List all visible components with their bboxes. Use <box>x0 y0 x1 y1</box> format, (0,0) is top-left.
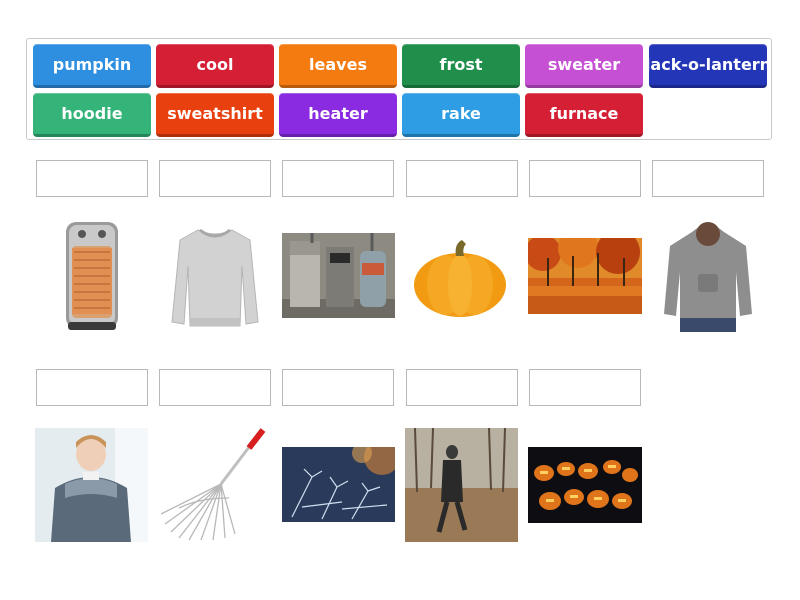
jack-o-lanterns-image <box>528 447 642 523</box>
drop-slot-6[interactable] <box>652 160 764 197</box>
drop-slot-7[interactable] <box>36 369 148 406</box>
word-tile-leaves[interactable]: leaves <box>279 44 397 88</box>
word-tile-heater[interactable]: heater <box>279 93 397 137</box>
word-tile-cool[interactable]: cool <box>156 44 274 88</box>
word-tile-sweatshirt[interactable]: sweatshirt <box>156 93 274 137</box>
drop-slot-5[interactable] <box>529 160 641 197</box>
frost-crystals-image <box>282 447 395 522</box>
orange-pumpkin-image <box>410 238 510 318</box>
word-tile-jack-o-lantern[interactable]: jack-o-lantern <box>645 44 771 88</box>
space-heater-image <box>60 218 124 333</box>
drop-slot-1[interactable] <box>36 160 148 197</box>
gray-sweatshirt-image <box>170 222 260 330</box>
drop-slot-10[interactable] <box>406 369 518 406</box>
drop-slot-2[interactable] <box>159 160 271 197</box>
leaf-rake-image <box>159 428 272 542</box>
boy-in-sweater-image <box>35 428 148 542</box>
word-tile-pumpkin[interactable]: pumpkin <box>33 44 151 88</box>
word-tile-sweater[interactable]: sweater <box>525 44 643 88</box>
furnace-room-image <box>282 233 395 318</box>
drop-slot-3[interactable] <box>282 160 394 197</box>
word-tile-frost[interactable]: frost <box>402 44 520 88</box>
drop-slot-4[interactable] <box>406 160 518 197</box>
autumn-forest-image <box>528 238 642 314</box>
person-walking-on-leaves-image <box>405 428 518 542</box>
drop-slot-9[interactable] <box>282 369 394 406</box>
gray-hoodie-image <box>662 218 754 332</box>
drop-slot-11[interactable] <box>529 369 641 406</box>
word-tile-rake[interactable]: rake <box>402 93 520 137</box>
word-tile-furnace[interactable]: furnace <box>525 93 643 137</box>
word-tile-hoodie[interactable]: hoodie <box>33 93 151 137</box>
drop-slot-8[interactable] <box>159 369 271 406</box>
